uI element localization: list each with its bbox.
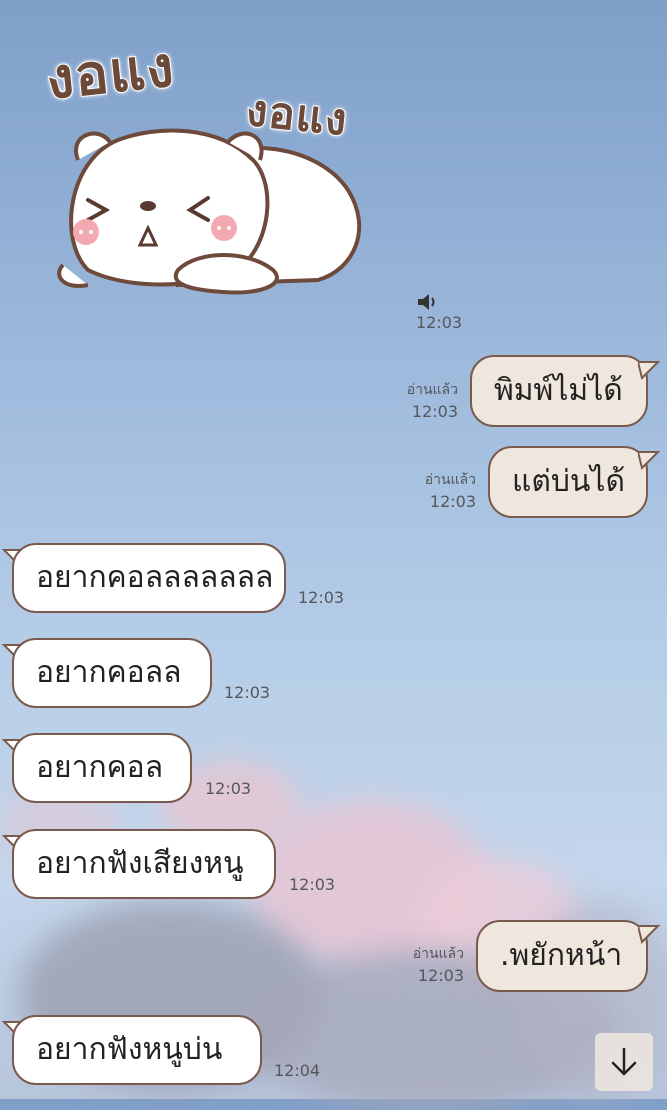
read-receipt: อ่านแล้ว [406, 382, 458, 398]
message-time: 12:03 [298, 588, 345, 607]
message-text: แต่บ่นได้ [512, 464, 625, 499]
scroll-to-bottom-button[interactable] [595, 1033, 653, 1091]
incoming-message[interactable]: อยากฟังหนูบ่น [12, 1015, 262, 1085]
bubble-tail [638, 925, 660, 944]
message-meta: อ่านแล้ว 12:03 [404, 470, 476, 512]
outgoing-message[interactable]: แต่บ่นได้ [488, 446, 648, 518]
message-text: อยากฟังหนูบ่น [36, 1032, 223, 1067]
message-meta: อ่านแล้ว 12:03 [392, 944, 464, 986]
bubble-tail [638, 361, 660, 380]
read-receipt: อ่านแล้ว [424, 472, 476, 488]
message-time: 12:03 [417, 966, 464, 985]
outgoing-message[interactable]: .พยักหน้า [476, 920, 648, 992]
message-time: 12:03 [289, 875, 336, 894]
incoming-message[interactable]: อยากคอลล [12, 638, 212, 708]
message-time: 12:03 [205, 779, 252, 798]
incoming-message[interactable]: อยากคอล [12, 733, 192, 803]
read-receipt: อ่านแล้ว [412, 946, 464, 962]
arrow-down-icon [611, 1047, 637, 1076]
bubble-tail [638, 451, 660, 470]
message-time: 12:03 [224, 683, 271, 702]
voice-time: 12:03 [416, 313, 463, 332]
message-text: อยากฟังเสียงหนู [36, 846, 244, 881]
message-time: 12:03 [411, 402, 458, 421]
message-meta: อ่านแล้ว 12:03 [388, 380, 458, 422]
message-text: อยากคอลล [36, 655, 182, 690]
message-time: 12:03 [429, 492, 476, 511]
incoming-message[interactable]: อยากฟังเสียงหนู [12, 829, 276, 899]
sleeping-bear-icon [57, 128, 362, 295]
message-time: 12:04 [274, 1061, 321, 1080]
sticker-caption: งอแง [42, 33, 179, 113]
message-text: อยากคอลลลลลลล [36, 560, 274, 595]
outgoing-message[interactable]: พิมพ์ไม่ได้ [470, 355, 648, 427]
message-text: พิมพ์ไม่ได้ [494, 373, 623, 408]
incoming-message[interactable]: อยากคอลลลลลลล [12, 543, 286, 613]
bear-sticker[interactable]: งอแง งอแง [38, 28, 378, 303]
message-text: อยากคอล [36, 750, 164, 785]
message-text: .พยักหน้า [500, 938, 623, 973]
